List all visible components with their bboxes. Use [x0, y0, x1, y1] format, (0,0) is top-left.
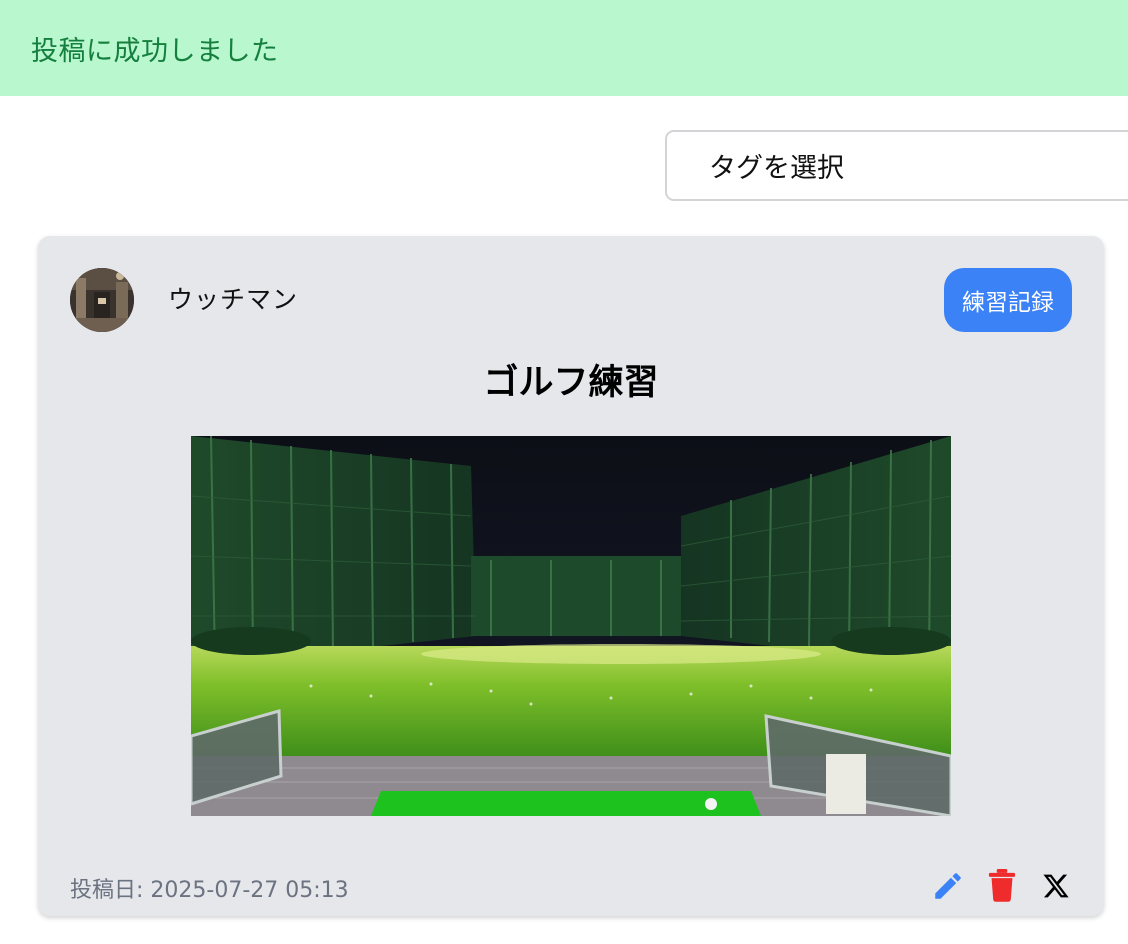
post-card: ウッチマン 練習記録 ゴルフ練習 投稿日: 2025-07-27 05:13 — [38, 236, 1104, 916]
flash-message-bar: 投稿に成功しました — [0, 0, 1128, 96]
post-author-name[interactable]: ウッチマン — [168, 280, 298, 316]
x-logo-icon — [1043, 874, 1069, 898]
delete-button[interactable] — [984, 868, 1020, 904]
post-title: ゴルフ練習 — [483, 363, 659, 403]
golf-range-photo — [191, 436, 951, 816]
share-x-button[interactable] — [1038, 868, 1074, 904]
post-image — [191, 436, 951, 816]
category-badge[interactable]: 練習記録 — [944, 268, 1072, 332]
pencil-icon — [935, 873, 961, 899]
post-date: 投稿日: 2025-07-27 05:13 — [70, 878, 349, 903]
tag-select-label: タグを選択 — [709, 153, 844, 184]
trash-icon — [988, 869, 1016, 902]
user-avatar[interactable] — [70, 268, 134, 332]
flash-message-text: 投稿に成功しました — [31, 35, 279, 67]
avatar-photo — [70, 268, 134, 332]
tag-select-dropdown[interactable]: タグを選択 — [665, 130, 1128, 201]
edit-button[interactable] — [930, 868, 966, 904]
